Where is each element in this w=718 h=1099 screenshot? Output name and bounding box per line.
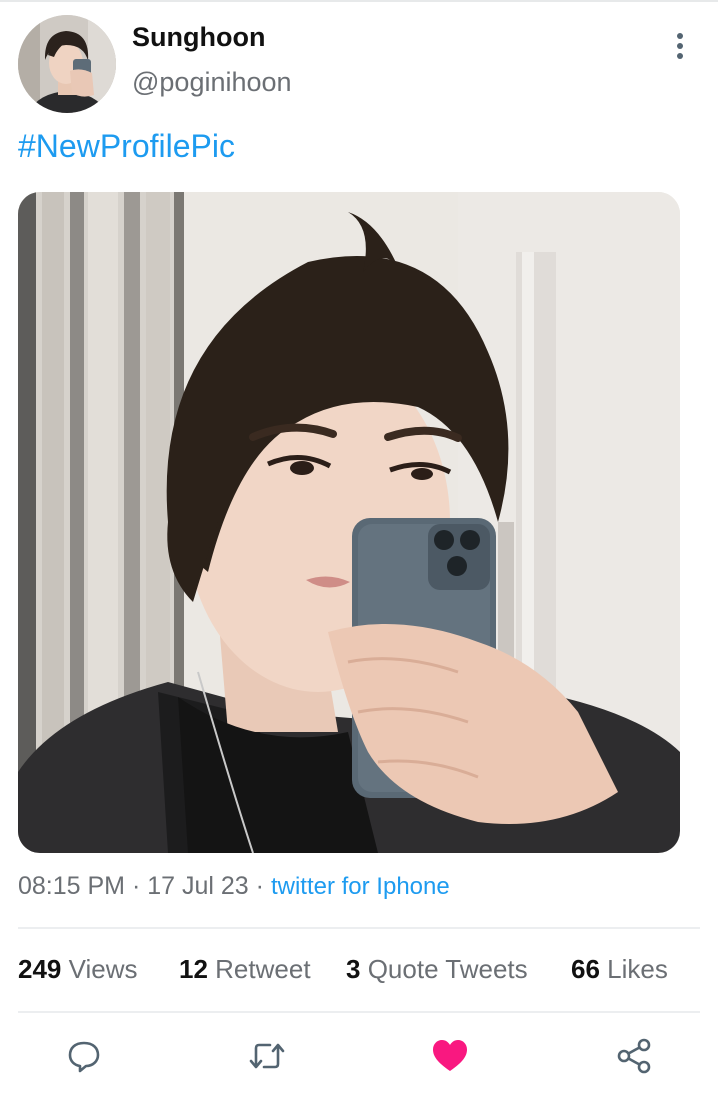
likes-count: 66 [571,954,600,984]
more-vertical-icon [676,32,684,64]
reply-icon [66,1038,102,1079]
quotes-count: 3 [346,954,361,984]
views-count: 249 [18,954,62,984]
retweet-button[interactable] [245,1036,289,1080]
quotes-label: Quote Tweets [367,954,528,984]
avatar[interactable] [18,15,116,113]
tweet-media-photo[interactable] [18,192,680,853]
share-icon [615,1037,653,1080]
tweet-source[interactable]: twitter for Iphone [271,873,450,900]
author-display-name[interactable]: Sunghoon [132,22,265,53]
like-button[interactable] [428,1036,472,1080]
views-stat[interactable]: 249 Views [18,954,138,985]
retweets-stat[interactable]: 12 Retweet [179,954,311,985]
retweets-count: 12 [179,954,208,984]
author-handle[interactable]: @poginihoon [132,67,292,98]
tweet-metadata: 08:15 PM · 17 Jul 23 · twitter for Iphon… [18,872,450,901]
meta-separator-2: · [255,872,264,900]
heart-icon [431,1038,469,1079]
tweet-date: 17 Jul 23 [147,872,249,900]
meta-separator: · [131,872,141,900]
quotes-stat[interactable]: 3 Quote Tweets [346,954,528,985]
likes-label: Likes [607,954,668,984]
share-button[interactable] [612,1036,656,1080]
divider-top [18,927,700,929]
divider-bottom [18,1011,700,1013]
retweet-icon [248,1038,286,1079]
tweet-text-hashtag[interactable]: #NewProfilePic [18,128,235,165]
reply-button[interactable] [62,1036,106,1080]
likes-stat[interactable]: 66 Likes [571,954,668,985]
views-label: Views [68,954,138,984]
retweets-label: Retweet [215,954,311,984]
tweet-time: 08:15 PM [18,872,126,900]
top-border [0,0,718,2]
more-options-button[interactable] [664,28,696,68]
